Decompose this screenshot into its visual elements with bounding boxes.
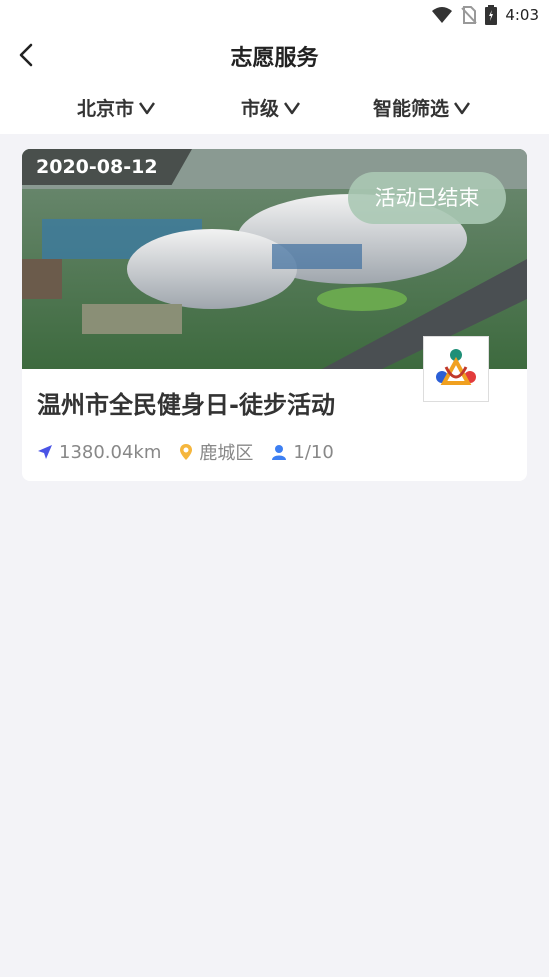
- distance-item: 1380.04km: [37, 442, 161, 463]
- distance-value: 1380.04km: [59, 441, 162, 463]
- activity-meta: 1380.04km 鹿城区 1/10: [37, 439, 352, 465]
- filter-city[interactable]: 北京市: [77, 94, 156, 121]
- filter-bar: 北京市 市级 智能筛选: [0, 82, 549, 134]
- filter-smart[interactable]: 智能筛选: [373, 94, 471, 121]
- organization-logo-icon: [436, 349, 476, 385]
- activity-card[interactable]: 2020-08-12 活动已结束 温州市全民健身日-徒步活动 1380.04km…: [22, 149, 527, 481]
- filter-level[interactable]: 市级: [241, 94, 301, 121]
- person-icon: [272, 445, 287, 460]
- district-item: 鹿城区: [179, 439, 253, 465]
- status-badge: 活动已结束: [348, 172, 506, 224]
- battery-icon: [485, 5, 498, 25]
- status-icons: 4:03: [431, 5, 539, 25]
- chevron-down-icon: [284, 101, 300, 114]
- navigation-arrow-icon: [38, 445, 52, 459]
- activity-title: 温州市全民健身日-徒步活动: [37, 391, 335, 419]
- district-value: 鹿城区: [199, 443, 254, 464]
- header: 志愿服务: [0, 30, 549, 82]
- organization-logo: [423, 336, 489, 402]
- activity-date: 2020-08-12: [22, 149, 192, 185]
- wifi-icon: [432, 7, 453, 23]
- filter-city-label: 北京市: [77, 98, 135, 120]
- status-time: 4:03: [505, 6, 539, 24]
- page-title: 志愿服务: [230, 46, 319, 71]
- status-bar: 4:03: [0, 0, 549, 30]
- location-pin-icon: [180, 444, 193, 460]
- participants-value: 1/10: [293, 441, 334, 463]
- chevron-down-icon: [139, 101, 155, 114]
- filter-smart-label: 智能筛选: [373, 98, 450, 120]
- no-sim-icon: [461, 6, 478, 24]
- filter-level-label: 市级: [241, 98, 280, 120]
- participants-item: 1/10: [271, 441, 334, 463]
- chevron-down-icon: [454, 101, 470, 114]
